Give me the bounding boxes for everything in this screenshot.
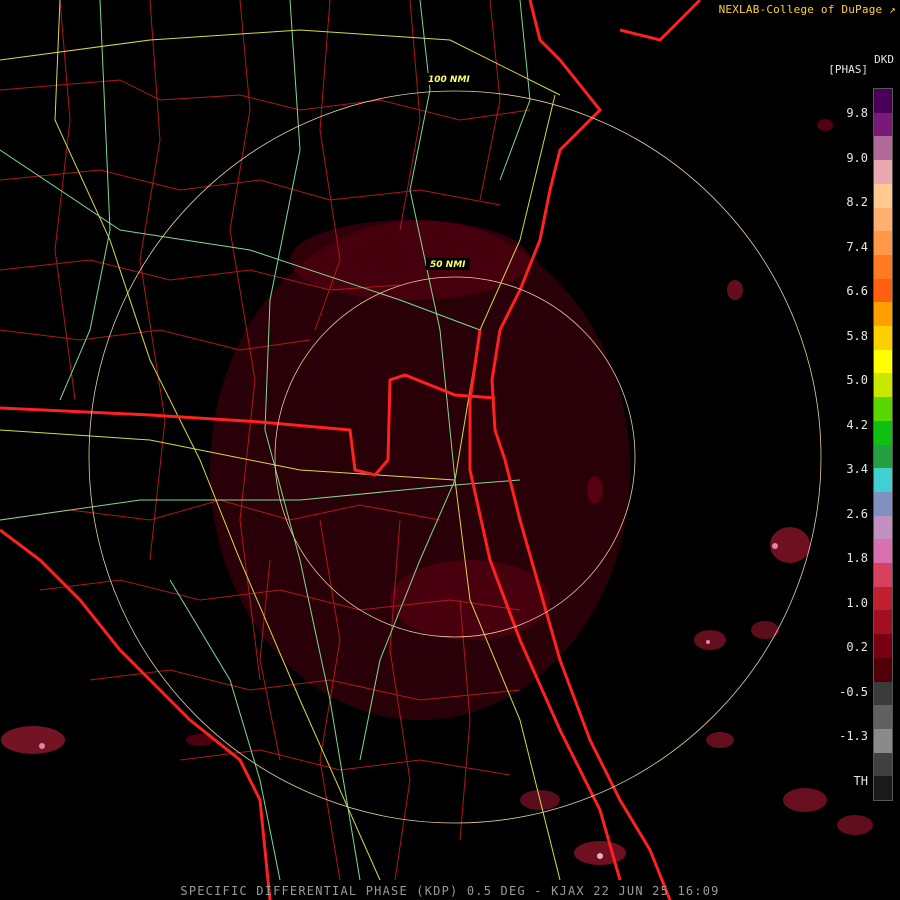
color-scale-segment [874, 373, 892, 398]
color-scale-segment [874, 89, 892, 114]
color-scale-segment [874, 705, 892, 730]
color-scale-segment [874, 563, 892, 588]
color-scale-segment [874, 468, 892, 493]
color-scale-segment [874, 586, 892, 611]
echo-core [706, 640, 710, 644]
color-scale-segment [874, 136, 892, 161]
product-code: DKD [874, 53, 894, 66]
echo-core [39, 743, 45, 749]
color-scale-tick: 9.0 [846, 150, 868, 165]
color-scale-tick: 0.2 [846, 640, 868, 654]
color-scale-segment [874, 160, 892, 185]
echo-core [772, 543, 778, 549]
color-scale-segment [874, 515, 892, 540]
color-scale-segment [874, 776, 892, 800]
color-scale-segment [874, 302, 892, 327]
color-scale-tick: TH [853, 773, 868, 788]
color-scale-tick: 1.0 [846, 595, 868, 610]
color-scale-tick: 9.8 [846, 106, 868, 120]
echo-core [597, 853, 603, 859]
color-scale-segment [874, 183, 892, 209]
color-scale-segment [874, 349, 892, 374]
color-scale-segment [874, 254, 892, 280]
color-scale-tick: 6.6 [846, 284, 868, 298]
color-scale-tick: 5.0 [846, 373, 868, 387]
color-scale-tick: 1.8 [846, 551, 868, 565]
color-scale-tick: 5.8 [846, 328, 868, 343]
product-caption: SPECIFIC DIFFERENTIAL PHASE (KDP) 0.5 DE… [180, 884, 720, 898]
echo-cell [694, 630, 726, 650]
echo-cell [727, 280, 743, 300]
color-scale-segment [874, 112, 892, 137]
color-scale-tick: -1.3 [839, 729, 868, 743]
range-label-100: 100 NMI [428, 75, 470, 85]
echo-cell [783, 788, 827, 812]
credit-text: NEXLAB-College of DuPage [718, 3, 883, 16]
echo-cell [837, 815, 873, 835]
color-scale-segment [874, 231, 892, 256]
color-scale-segment [874, 326, 892, 351]
arrow-out-icon: ↗ [889, 3, 896, 16]
echo-cell [817, 119, 833, 131]
echo-cell [1, 726, 65, 754]
color-scale-segment [874, 539, 892, 564]
color-scale-tick: 7.4 [846, 239, 868, 254]
color-scale-segment [874, 728, 892, 754]
color-scale-segment [874, 278, 892, 303]
color-scale-segment [874, 444, 892, 469]
echo-cell [751, 621, 779, 639]
color-scale-segment [874, 681, 892, 706]
color-scale-segment [874, 420, 892, 446]
color-scale-segment [874, 491, 892, 517]
color-scale-segment [874, 610, 892, 635]
color-scale-segment [874, 207, 892, 232]
color-scale-tick: -0.5 [839, 684, 868, 699]
radar-map: 50 NMI 100 NMI [0, 0, 900, 900]
color-scale-tick: 8.2 [846, 195, 868, 209]
echo-field [290, 220, 530, 300]
units-label: [PHAS] [828, 63, 868, 76]
color-scale-segment [874, 657, 892, 683]
echo-cell [587, 476, 603, 504]
credit-label: NEXLAB-College of DuPage ↗ [719, 3, 896, 16]
echo-cell [706, 732, 734, 748]
color-scale-bar [873, 88, 893, 801]
color-scale-tick: 4.2 [846, 417, 868, 432]
color-scale-tick: 3.4 [846, 462, 868, 476]
color-scale-segment [874, 752, 892, 777]
color-scale-segment [874, 634, 892, 659]
range-label-50: 50 NMI [430, 260, 466, 270]
color-scale-tick: 2.6 [846, 506, 868, 521]
color-scale-segment [874, 397, 892, 422]
